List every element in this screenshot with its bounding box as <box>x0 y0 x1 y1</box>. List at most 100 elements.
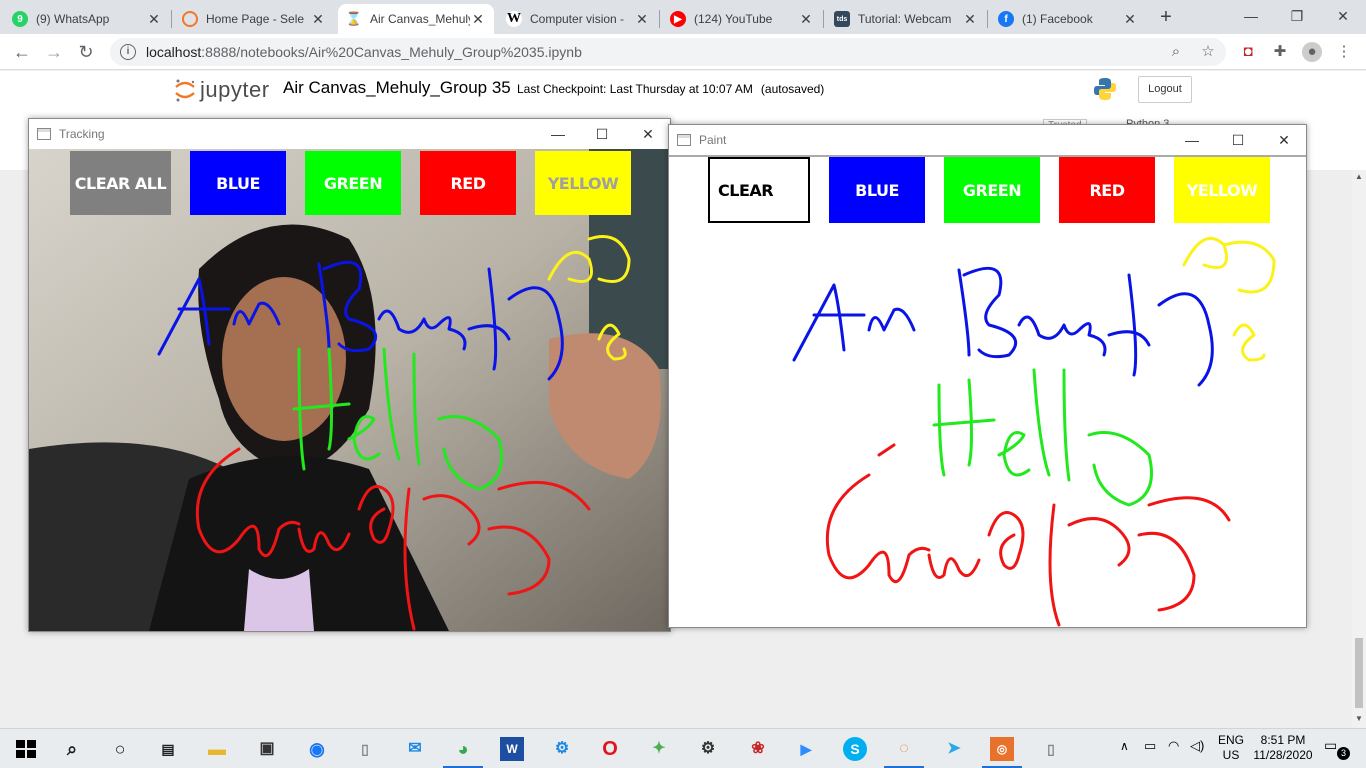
paint-red-button[interactable]: RED <box>1059 157 1155 223</box>
tracking-window[interactable]: Tracking — ☐ ✕ CLEAR ALL BLUE GREEN RED YELL… <box>28 118 671 632</box>
tds-icon: tds <box>834 11 850 27</box>
browser-tab[interactable]: W Computer vision - ✕ <box>498 4 658 34</box>
site-info-icon[interactable]: i <box>120 44 136 60</box>
jupyter-taskbar-icon[interactable]: ◌ <box>892 737 916 761</box>
skype-icon[interactable]: S <box>843 737 867 761</box>
tracking-maximize-icon[interactable]: ☐ <box>579 119 625 149</box>
tab-close-icon[interactable]: ✕ <box>1122 11 1138 28</box>
clock[interactable]: 8:51 PM 11/28/2020 <box>1252 733 1314 763</box>
tab-separator <box>171 10 172 28</box>
whatsapp-icon: 9 <box>12 11 28 27</box>
ladybug-icon[interactable]: ❀ <box>746 737 770 761</box>
notification-icon[interactable]: ▭ <box>1324 737 1337 754</box>
tab-title: Computer vision - <box>530 12 625 26</box>
bookmark-star-icon[interactable]: ☆ <box>1198 42 1218 62</box>
python-logo-icon <box>1094 78 1116 100</box>
menu-kebab-icon[interactable]: ⋮ <box>1334 42 1354 62</box>
tracking-close-icon[interactable]: ✕ <box>625 119 671 149</box>
zoom-app-icon[interactable]: ▶ <box>794 737 818 761</box>
mail-icon[interactable]: ✉ <box>403 737 427 761</box>
edge-icon[interactable]: ◉ <box>305 737 329 761</box>
cortana-icon[interactable]: ○ <box>108 737 132 761</box>
store-icon[interactable]: ▣ <box>255 737 279 761</box>
scrollbar-thumb[interactable] <box>1355 638 1363 708</box>
tab-title: Home Page - Sele <box>206 12 305 26</box>
back-icon[interactable]: ← <box>10 40 34 64</box>
browser-tab[interactable]: 9 (9) WhatsApp ✕ <box>4 4 170 34</box>
zoom-icon[interactable]: ⌕ <box>1166 42 1186 62</box>
minimize-icon[interactable]: — <box>1228 4 1274 28</box>
notebook-title[interactable]: Air Canvas_Mehuly_Group 35 <box>283 78 511 98</box>
tracking-minimize-icon[interactable]: — <box>535 119 581 149</box>
tab-close-icon[interactable]: ✕ <box>798 11 814 28</box>
wifi-icon[interactable]: ◠ <box>1168 738 1179 754</box>
gear-icon[interactable]: ⚙ <box>696 737 720 761</box>
volume-icon[interactable]: ◁) <box>1190 738 1204 754</box>
browser-tab[interactable]: ⌛ Air Canvas_Mehuly ✕ <box>338 4 494 34</box>
language-indicator[interactable]: ENG US <box>1218 733 1244 763</box>
tracking-green-button[interactable]: GREEN <box>305 151 401 215</box>
chrome-icon[interactable]: ◕ <box>451 737 475 761</box>
task-view-icon[interactable]: ▤ <box>156 737 180 761</box>
close-window-icon[interactable]: ✕ <box>1320 4 1366 28</box>
reload-icon[interactable]: ↻ <box>74 40 98 64</box>
browser-tab[interactable]: f (1) Facebook ✕ <box>990 4 1146 34</box>
page-scrollbar[interactable]: ▲ ▼ <box>1352 170 1366 728</box>
window-app-icon <box>677 134 691 146</box>
wikipedia-icon: W <box>506 11 522 27</box>
paint-blue-button[interactable]: BLUE <box>829 157 925 223</box>
telegram-icon[interactable]: ➤ <box>942 737 966 761</box>
paint-minimize-icon[interactable]: — <box>1169 125 1215 155</box>
camera-app-icon[interactable]: ◎ <box>990 737 1014 761</box>
notepad-icon[interactable]: ▯ <box>1039 737 1063 761</box>
file-explorer-icon[interactable]: ▬ <box>205 737 229 761</box>
profile-avatar[interactable]: ● <box>1302 42 1322 62</box>
tab-close-icon[interactable]: ✕ <box>146 11 162 28</box>
tracking-red-button[interactable]: RED <box>420 151 516 215</box>
paint-canvas[interactable] <box>669 155 1306 627</box>
paint-title: Paint <box>699 133 727 147</box>
restore-icon[interactable]: ❐ <box>1274 4 1320 28</box>
tracking-blue-button[interactable]: BLUE <box>190 151 286 215</box>
browser-tab[interactable]: Home Page - Sele ✕ <box>174 4 334 34</box>
browser-tab[interactable]: ▶ (124) YouTube ✕ <box>662 4 822 34</box>
paint-green-button[interactable]: GREEN <box>944 157 1040 223</box>
word-icon[interactable]: W <box>500 737 524 761</box>
tray-chevron-icon[interactable]: ∧ <box>1120 739 1129 753</box>
jupyter-icon <box>182 11 198 27</box>
tracking-clear-all-button[interactable]: CLEAR ALL <box>70 151 171 215</box>
tab-close-icon[interactable]: ✕ <box>470 11 486 28</box>
checkpoint-status: Last Checkpoint: Last Thursday at 10:07 … <box>517 82 825 96</box>
blank-file-icon[interactable]: ▯ <box>353 737 377 761</box>
extensions-puzzle-icon[interactable]: ✚ <box>1270 42 1290 62</box>
paint-close-icon[interactable]: ✕ <box>1261 125 1307 155</box>
tab-title: (124) YouTube <box>694 12 773 26</box>
forward-icon[interactable]: → <box>42 40 66 64</box>
browser-tab[interactable]: tds Tutorial: Webcam ✕ <box>826 4 986 34</box>
anaconda-icon[interactable]: ✦ <box>647 737 671 761</box>
tab-close-icon[interactable]: ✕ <box>962 11 978 28</box>
tracking-yellow-button[interactable]: YELLOW <box>535 151 631 215</box>
tab-close-icon[interactable]: ✕ <box>310 11 326 28</box>
opera-icon[interactable]: O <box>598 737 622 761</box>
windows-start-icon[interactable] <box>14 737 38 761</box>
address-bar[interactable]: i localhost:8888/notebooks/Air%20Canvas_… <box>110 38 1226 66</box>
scroll-up-icon[interactable]: ▲ <box>1352 172 1366 181</box>
new-tab-button[interactable]: + <box>1154 6 1178 30</box>
jupyter-ring-icon <box>175 79 195 102</box>
webcam-feed[interactable] <box>29 149 670 631</box>
logout-button[interactable]: Logout <box>1138 76 1192 103</box>
tab-close-icon[interactable]: ✕ <box>634 11 650 28</box>
facebook-icon: f <box>998 11 1014 27</box>
paint-maximize-icon[interactable]: ☐ <box>1215 125 1261 155</box>
notification-count-badge: 3 <box>1337 747 1350 760</box>
jupyter-logo[interactable]: jupyter <box>174 77 270 103</box>
paint-window[interactable]: Paint — ☐ ✕ CLEAR BLUE GREEN RED YELLOW <box>668 124 1307 628</box>
search-icon[interactable]: ⌕ <box>60 737 84 761</box>
paint-yellow-button[interactable]: YELLOW <box>1174 157 1270 223</box>
settings-app-icon[interactable]: ⚙ <box>550 737 574 761</box>
paint-clear-button[interactable]: CLEAR <box>708 157 810 223</box>
battery-icon[interactable]: ▭ <box>1144 738 1156 754</box>
extension-shield-icon[interactable]: ◘ <box>1238 42 1258 62</box>
scroll-down-icon[interactable]: ▼ <box>1352 714 1366 723</box>
